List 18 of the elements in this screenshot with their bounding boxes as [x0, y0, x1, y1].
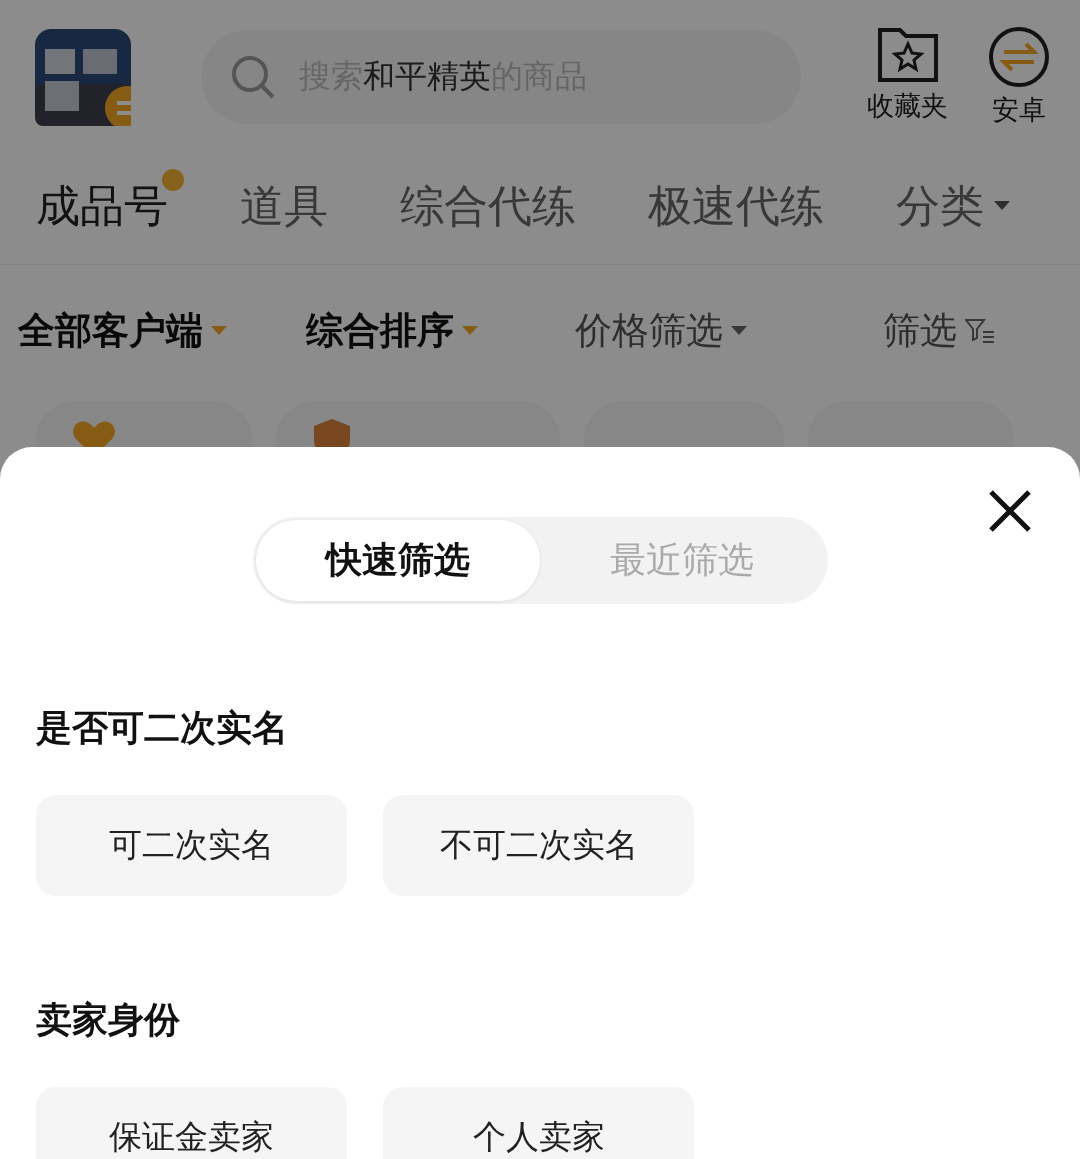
filter-dropdown[interactable]: 全部客户端 [18, 306, 307, 356]
category-tab[interactable]: 分类 [896, 168, 1026, 236]
option-button[interactable]: 不可二次实名 [383, 795, 694, 896]
category-tab[interactable]: 综合代练 [400, 168, 592, 236]
filter-dropdown[interactable]: 价格筛选 [574, 306, 884, 356]
option-button[interactable]: 保证金卖家 [36, 1087, 347, 1159]
action-label[interactable]: 收藏夹 [867, 88, 948, 124]
category-tab[interactable]: 成品号 [36, 168, 184, 236]
option-button[interactable]: 可二次实名 [36, 795, 347, 896]
segment-tab[interactable]: 快速筛选 [255, 520, 540, 601]
category-tab[interactable]: 极速代练 [648, 168, 840, 236]
action-label[interactable]: 安卓 [992, 92, 1046, 128]
option-button[interactable]: 个人卖家 [383, 1087, 694, 1159]
section-title: 卖家身份 [36, 998, 181, 1042]
section-title: 是否可二次实名 [36, 706, 289, 750]
category-tab[interactable]: 道具 [240, 168, 344, 236]
filter-dropdown[interactable]: 筛选 [883, 306, 1062, 356]
filter-dropdown[interactable]: 综合排序 [306, 306, 575, 356]
